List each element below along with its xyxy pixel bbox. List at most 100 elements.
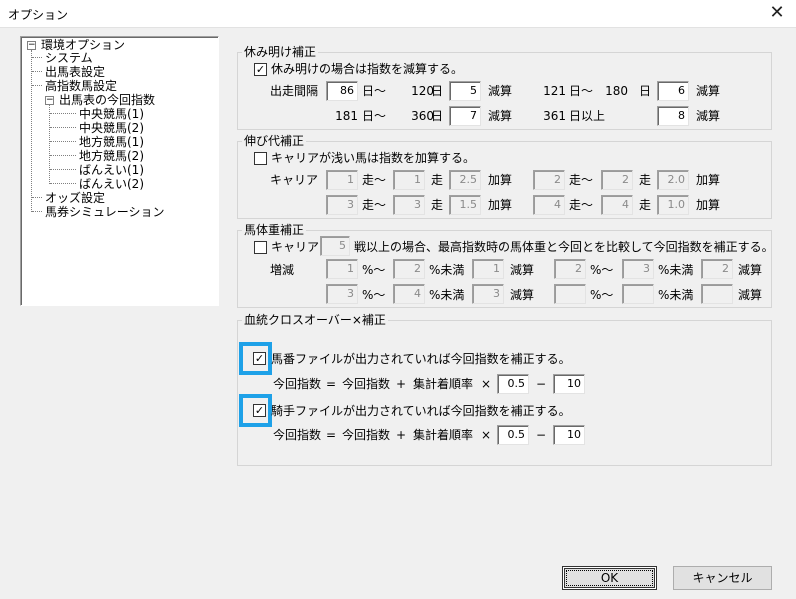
weight-r1b-pct: %〜 — [590, 263, 614, 277]
weight-desc: 戦以上の場合、最高指数時の馬体重と今回とを比較して今回指数を補正する。 — [354, 240, 774, 254]
rest-r1-day: 日 — [431, 84, 444, 98]
weight-r1a-from[interactable]: 1 — [326, 259, 358, 279]
weight-r2a-value[interactable]: 3 — [472, 284, 504, 304]
jockey-coef-input[interactable]: 0.5 — [497, 425, 529, 445]
weight-r2a-to[interactable]: 4 — [393, 284, 425, 304]
tree-item-chuo-1[interactable]: 中央競馬(1) — [79, 107, 144, 121]
weight-r1b-sub: 減算 — [738, 263, 763, 277]
growth-r2b-start: 走〜 — [569, 198, 594, 212]
rest-r2-value[interactable]: 6 — [657, 81, 689, 101]
tree-item-high-index[interactable]: 高指数馬設定 — [45, 79, 117, 93]
tree-item-chiho-2[interactable]: 地方競馬(2) — [79, 149, 144, 163]
growth-r1b-from[interactable]: 2 — [533, 170, 565, 190]
horse-file-checkbox[interactable]: ✓ — [253, 352, 266, 365]
growth-r1a-value[interactable]: 2.5 — [449, 170, 481, 190]
collapse-icon[interactable]: − — [27, 41, 36, 50]
weight-checkbox[interactable] — [254, 241, 267, 254]
rest-r1-from[interactable]: 86 — [326, 81, 358, 101]
growth-r1b-to[interactable]: 2 — [601, 170, 633, 190]
growth-group-title: 伸び代補正 — [242, 134, 307, 148]
close-icon[interactable]: ✕ — [766, 3, 788, 23]
growth-r1a-run: 走 — [431, 173, 444, 187]
jockey-file-checkbox[interactable]: ✓ — [253, 404, 266, 417]
horse-file-label: 馬番ファイルが出力されていれば今回指数を補正する。 — [271, 352, 571, 366]
weight-r2b-to[interactable] — [622, 284, 654, 304]
growth-r2b-value[interactable]: 1.0 — [657, 195, 689, 215]
cancel-button[interactable]: キャンセル — [673, 566, 772, 590]
horse-formula-eq: = — [326, 377, 337, 391]
rest-checkbox-label: 休み明けの場合は指数を減算する。 — [271, 62, 464, 76]
jockey-formula-plus: + — [396, 428, 407, 442]
rest-r4-value[interactable]: 8 — [657, 106, 689, 126]
jockey-formula-left: 今回指数 — [273, 428, 322, 442]
horse-formula-left: 今回指数 — [273, 377, 322, 391]
jockey-base-input[interactable]: 10 — [553, 425, 585, 445]
rest-r3-value[interactable]: 7 — [449, 106, 481, 126]
growth-r1b-value[interactable]: 2.0 — [657, 170, 689, 190]
weight-group-title: 馬体重補正 — [242, 223, 307, 237]
rest-r2-from-unit: 日〜 — [569, 84, 594, 98]
growth-r2a-start: 走〜 — [362, 198, 387, 212]
tree-item-race-card[interactable]: 出馬表設定 — [45, 65, 105, 79]
weight-r2b-pctless: %未満 — [658, 288, 694, 302]
tree-item-banei-1[interactable]: ばんえい(1) — [79, 163, 144, 177]
jockey-file-label: 騎手ファイルが出力されていれば今回指数を補正する。 — [271, 404, 571, 418]
tree-item-current-index[interactable]: 出馬表の今回指数 — [59, 93, 155, 107]
growth-r2b-run: 走 — [639, 198, 652, 212]
weight-r1a-value[interactable]: 1 — [472, 259, 504, 279]
horse-formula-plus: + — [396, 377, 407, 391]
growth-r1b-run: 走 — [639, 173, 652, 187]
cross-group-title: 血統クロスオーバー×補正 — [242, 313, 388, 327]
growth-r1b-start: 走〜 — [569, 173, 594, 187]
weight-r2a-pct: %〜 — [362, 288, 386, 302]
growth-r1a-to[interactable]: 1 — [393, 170, 425, 190]
rest-r3-from-unit: 日〜 — [362, 109, 387, 123]
growth-group: 伸び代補正 キャリアが浅い馬は指数を加算する。 キャリア 1 走〜 1 走 2.… — [237, 134, 772, 219]
rest-checkbox[interactable]: ✓ — [254, 63, 267, 76]
weight-r1a-to[interactable]: 2 — [393, 259, 425, 279]
weight-r1b-pctless: %未満 — [658, 263, 694, 277]
weight-r2b-from[interactable] — [554, 284, 586, 304]
tree-item-banei-2[interactable]: ばんえい(2) — [79, 177, 144, 191]
interval-label: 出走間隔 — [270, 84, 319, 98]
rest-r4-from: 361 — [543, 109, 566, 123]
rest-group: 休み明け補正 ✓ 休み明けの場合は指数を減算する。 出走間隔 86 日〜 120… — [237, 45, 772, 130]
weight-r1a-pctless: %未満 — [429, 263, 465, 277]
horse-base-input[interactable]: 10 — [553, 374, 585, 394]
options-tree[interactable]: − 環境オプション システム 出馬表設定 高指数馬設定 − 出馬表の今回指数 中… — [20, 36, 219, 306]
growth-r2b-to[interactable]: 4 — [601, 195, 633, 215]
growth-r2a-from[interactable]: 3 — [326, 195, 358, 215]
weight-r1b-value[interactable]: 2 — [701, 259, 733, 279]
growth-r2b-from[interactable]: 4 — [533, 195, 565, 215]
weight-r2a-from[interactable]: 3 — [326, 284, 358, 304]
horse-formula-mid: 今回指数 — [342, 377, 391, 391]
weight-career-value[interactable]: 5 — [320, 236, 350, 256]
rest-r1-from-unit: 日〜 — [362, 84, 387, 98]
rest-r2-to: 180 — [605, 84, 628, 98]
growth-r2a-to[interactable]: 3 — [393, 195, 425, 215]
tree-item-chiho-1[interactable]: 地方競馬(1) — [79, 135, 144, 149]
focus-ring — [566, 570, 653, 586]
weight-r2b-value[interactable] — [701, 284, 733, 304]
ok-button[interactable]: OK — [562, 566, 657, 590]
horse-coef-input[interactable]: 0.5 — [497, 374, 529, 394]
career-label: キャリア — [270, 173, 319, 187]
tree-item-ticket-sim[interactable]: 馬券シミュレーション — [45, 205, 165, 219]
weight-r1b-to[interactable]: 3 — [622, 259, 654, 279]
weight-checkbox-label: キャリア — [271, 240, 320, 254]
rest-r1-value[interactable]: 5 — [449, 81, 481, 101]
growth-r2a-value[interactable]: 1.5 — [449, 195, 481, 215]
tree-item-system[interactable]: システム — [45, 51, 93, 65]
growth-r1a-from[interactable]: 1 — [326, 170, 358, 190]
weight-group: 馬体重補正 キャリア 5 戦以上の場合、最高指数時の馬体重と今回とを比較して今回… — [237, 223, 774, 308]
tree-item-root[interactable]: 環境オプション — [41, 38, 125, 52]
tree-item-odds[interactable]: オッズ設定 — [45, 191, 105, 205]
tree-item-chuo-2[interactable]: 中央競馬(2) — [79, 121, 144, 135]
jockey-formula-times: × — [481, 428, 492, 442]
weight-r1b-from[interactable]: 2 — [554, 259, 586, 279]
growth-checkbox[interactable] — [254, 152, 267, 165]
horse-formula-times: × — [481, 377, 492, 391]
rest-r3-day: 日 — [431, 109, 444, 123]
horse-formula-minus: − — [536, 377, 547, 391]
collapse-icon[interactable]: − — [45, 96, 54, 105]
